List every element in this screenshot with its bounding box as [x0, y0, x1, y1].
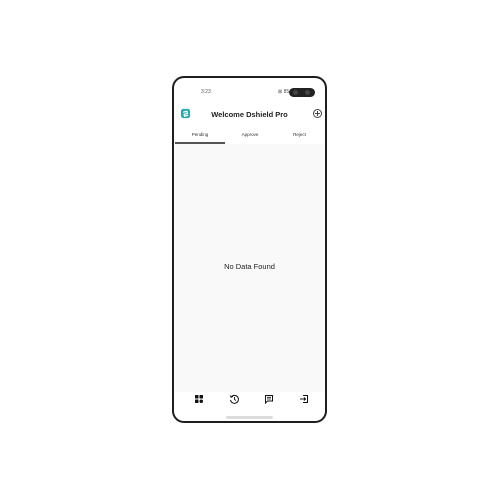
dashboard-grid-icon[interactable]	[194, 394, 204, 404]
home-indicator[interactable]	[226, 416, 273, 419]
app-screen: 3:23 ⊠ 85 Welcome Dshield Pro Pending Ap…	[175, 82, 324, 407]
tab-bar: Pending Approve Reject	[175, 130, 324, 144]
tab-approve[interactable]: Approve	[225, 130, 275, 143]
camera-lens-icon	[293, 90, 298, 95]
camera-lens-icon	[305, 90, 310, 95]
status-bar: 3:23 ⊠ 85	[175, 82, 324, 98]
messages-icon[interactable]	[264, 394, 274, 404]
phone-frame: 3:23 ⊠ 85 Welcome Dshield Pro Pending Ap…	[172, 76, 327, 423]
tab-label: Pending	[191, 132, 209, 137]
empty-state-message: No Data Found	[224, 262, 275, 271]
logout-icon[interactable]	[299, 394, 309, 404]
tab-label: Reject	[293, 132, 306, 137]
app-header: Welcome Dshield Pro	[175, 106, 324, 122]
request-list-area: No Data Found	[175, 144, 324, 392]
bottom-navigation	[181, 392, 321, 406]
tab-reject[interactable]: Reject	[275, 130, 324, 143]
page-title: Welcome Dshield Pro	[211, 110, 288, 119]
add-circle-icon[interactable]	[313, 109, 322, 118]
status-indicators: ⊠ 85	[278, 89, 290, 95]
status-time: 3:23	[201, 89, 211, 95]
history-icon[interactable]	[229, 394, 239, 404]
tab-label: Approve	[241, 132, 259, 137]
camera-cutout	[289, 88, 315, 97]
